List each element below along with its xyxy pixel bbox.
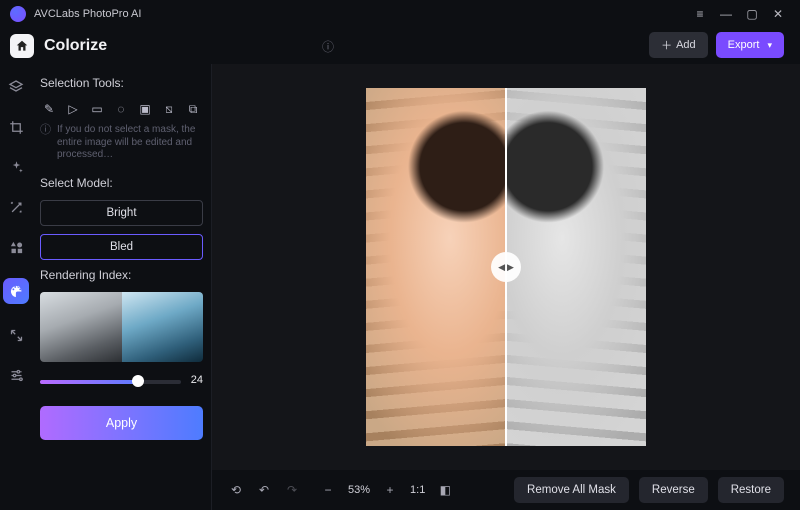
subject-tool[interactable]: ▣ <box>136 100 154 118</box>
zoom-percent: 53% <box>348 484 370 496</box>
info-icon[interactable]: ⓘ <box>322 38 334 55</box>
export-label: Export <box>728 39 760 51</box>
rendering-slider[interactable]: 24 <box>40 372 203 392</box>
selection-tools-row: ✎ ▷ ▭ ◌ ▣ ⧅ ⧉ <box>40 100 203 118</box>
brush-tool[interactable]: ✎ <box>40 100 58 118</box>
home-button[interactable] <box>10 34 34 58</box>
slider-thumb[interactable] <box>132 375 144 387</box>
mask-in-tool[interactable]: ⧅ <box>160 100 178 118</box>
selection-hint: ⓘ If you do not select a mask, the entir… <box>40 124 203 162</box>
sidebar-panel: Selection Tools: ✎ ▷ ▭ ◌ ▣ ⧅ ⧉ ⓘ If you … <box>32 64 212 510</box>
selection-hint-text: If you do not select a mask, the entire … <box>57 124 203 162</box>
add-label: Add <box>676 39 696 51</box>
select-model-title: Select Model: <box>40 176 203 190</box>
rendering-index-title: Rendering Index: <box>40 268 203 282</box>
plus-icon: ＋ <box>661 37 672 53</box>
close-icon[interactable]: ✕ <box>766 4 790 24</box>
crop-icon[interactable] <box>7 118 25 136</box>
sparkle-icon[interactable] <box>7 158 25 176</box>
add-button[interactable]: ＋ Add <box>649 32 708 58</box>
redo-icon[interactable]: ↷ <box>284 482 300 498</box>
colorize-icon[interactable] <box>3 278 29 304</box>
pointer-tool[interactable]: ▷ <box>64 100 82 118</box>
zoom-out-icon[interactable]: − <box>320 482 336 498</box>
selection-tools-title: Selection Tools: <box>40 76 203 90</box>
rect-tool[interactable]: ▭ <box>88 100 106 118</box>
tool-rail <box>0 64 32 510</box>
zoom-in-icon[interactable]: + <box>382 482 398 498</box>
photo-original <box>506 88 646 446</box>
rendering-preview-after <box>122 292 204 362</box>
info-icon: ⓘ <box>40 124 51 162</box>
app-title: AVCLabs PhotoPro AI <box>34 8 141 20</box>
home-icon <box>15 39 29 53</box>
remove-mask-button[interactable]: Remove All Mask <box>514 477 629 503</box>
menu-icon[interactable]: ≡ <box>688 4 712 24</box>
rendering-value: 24 <box>191 374 203 386</box>
model-option-bright[interactable]: Bright <box>40 200 203 226</box>
restore-button[interactable]: Restore <box>718 477 784 503</box>
page-title: Colorize <box>44 37 107 55</box>
chevron-right-icon: ▶ <box>507 262 514 273</box>
minimize-icon[interactable]: — <box>714 4 738 24</box>
refresh-icon[interactable]: ⟲ <box>228 482 244 498</box>
compare-toggle-icon[interactable]: ◧ <box>437 482 453 498</box>
expand-icon[interactable] <box>7 326 25 344</box>
shapes-icon[interactable] <box>7 238 25 256</box>
ellipse-tool[interactable]: ◌ <box>112 100 130 118</box>
rendering-preview <box>40 292 203 362</box>
chevron-left-icon: ◀ <box>498 262 505 273</box>
layers-icon[interactable] <box>7 78 25 96</box>
undo-icon[interactable]: ↶ <box>256 482 272 498</box>
canvas-area: ◀ ▶ <box>212 64 800 470</box>
photo-colorized <box>366 88 506 446</box>
fit-label[interactable]: 1:1 <box>410 484 425 496</box>
sliders-icon[interactable] <box>7 366 25 384</box>
bottom-toolbar: ⟲ ↶ ↷ − 53% + 1:1 ◧ Remove All Mask Reve… <box>212 470 800 510</box>
magic-icon[interactable] <box>7 198 25 216</box>
model-option-bled[interactable]: Bled <box>40 234 203 260</box>
apply-button[interactable]: Apply <box>40 406 203 440</box>
photo-compare[interactable]: ◀ ▶ <box>366 88 646 446</box>
slider-fill <box>40 380 138 384</box>
maximize-icon[interactable]: ▢ <box>740 4 764 24</box>
rendering-preview-before <box>40 292 122 362</box>
reverse-button[interactable]: Reverse <box>639 477 708 503</box>
chevron-down-icon: ▾ <box>767 40 772 51</box>
mask-out-tool[interactable]: ⧉ <box>184 100 202 118</box>
compare-handle[interactable]: ◀ ▶ <box>491 252 521 282</box>
app-logo <box>10 6 26 22</box>
export-button[interactable]: Export ▾ <box>716 32 784 58</box>
